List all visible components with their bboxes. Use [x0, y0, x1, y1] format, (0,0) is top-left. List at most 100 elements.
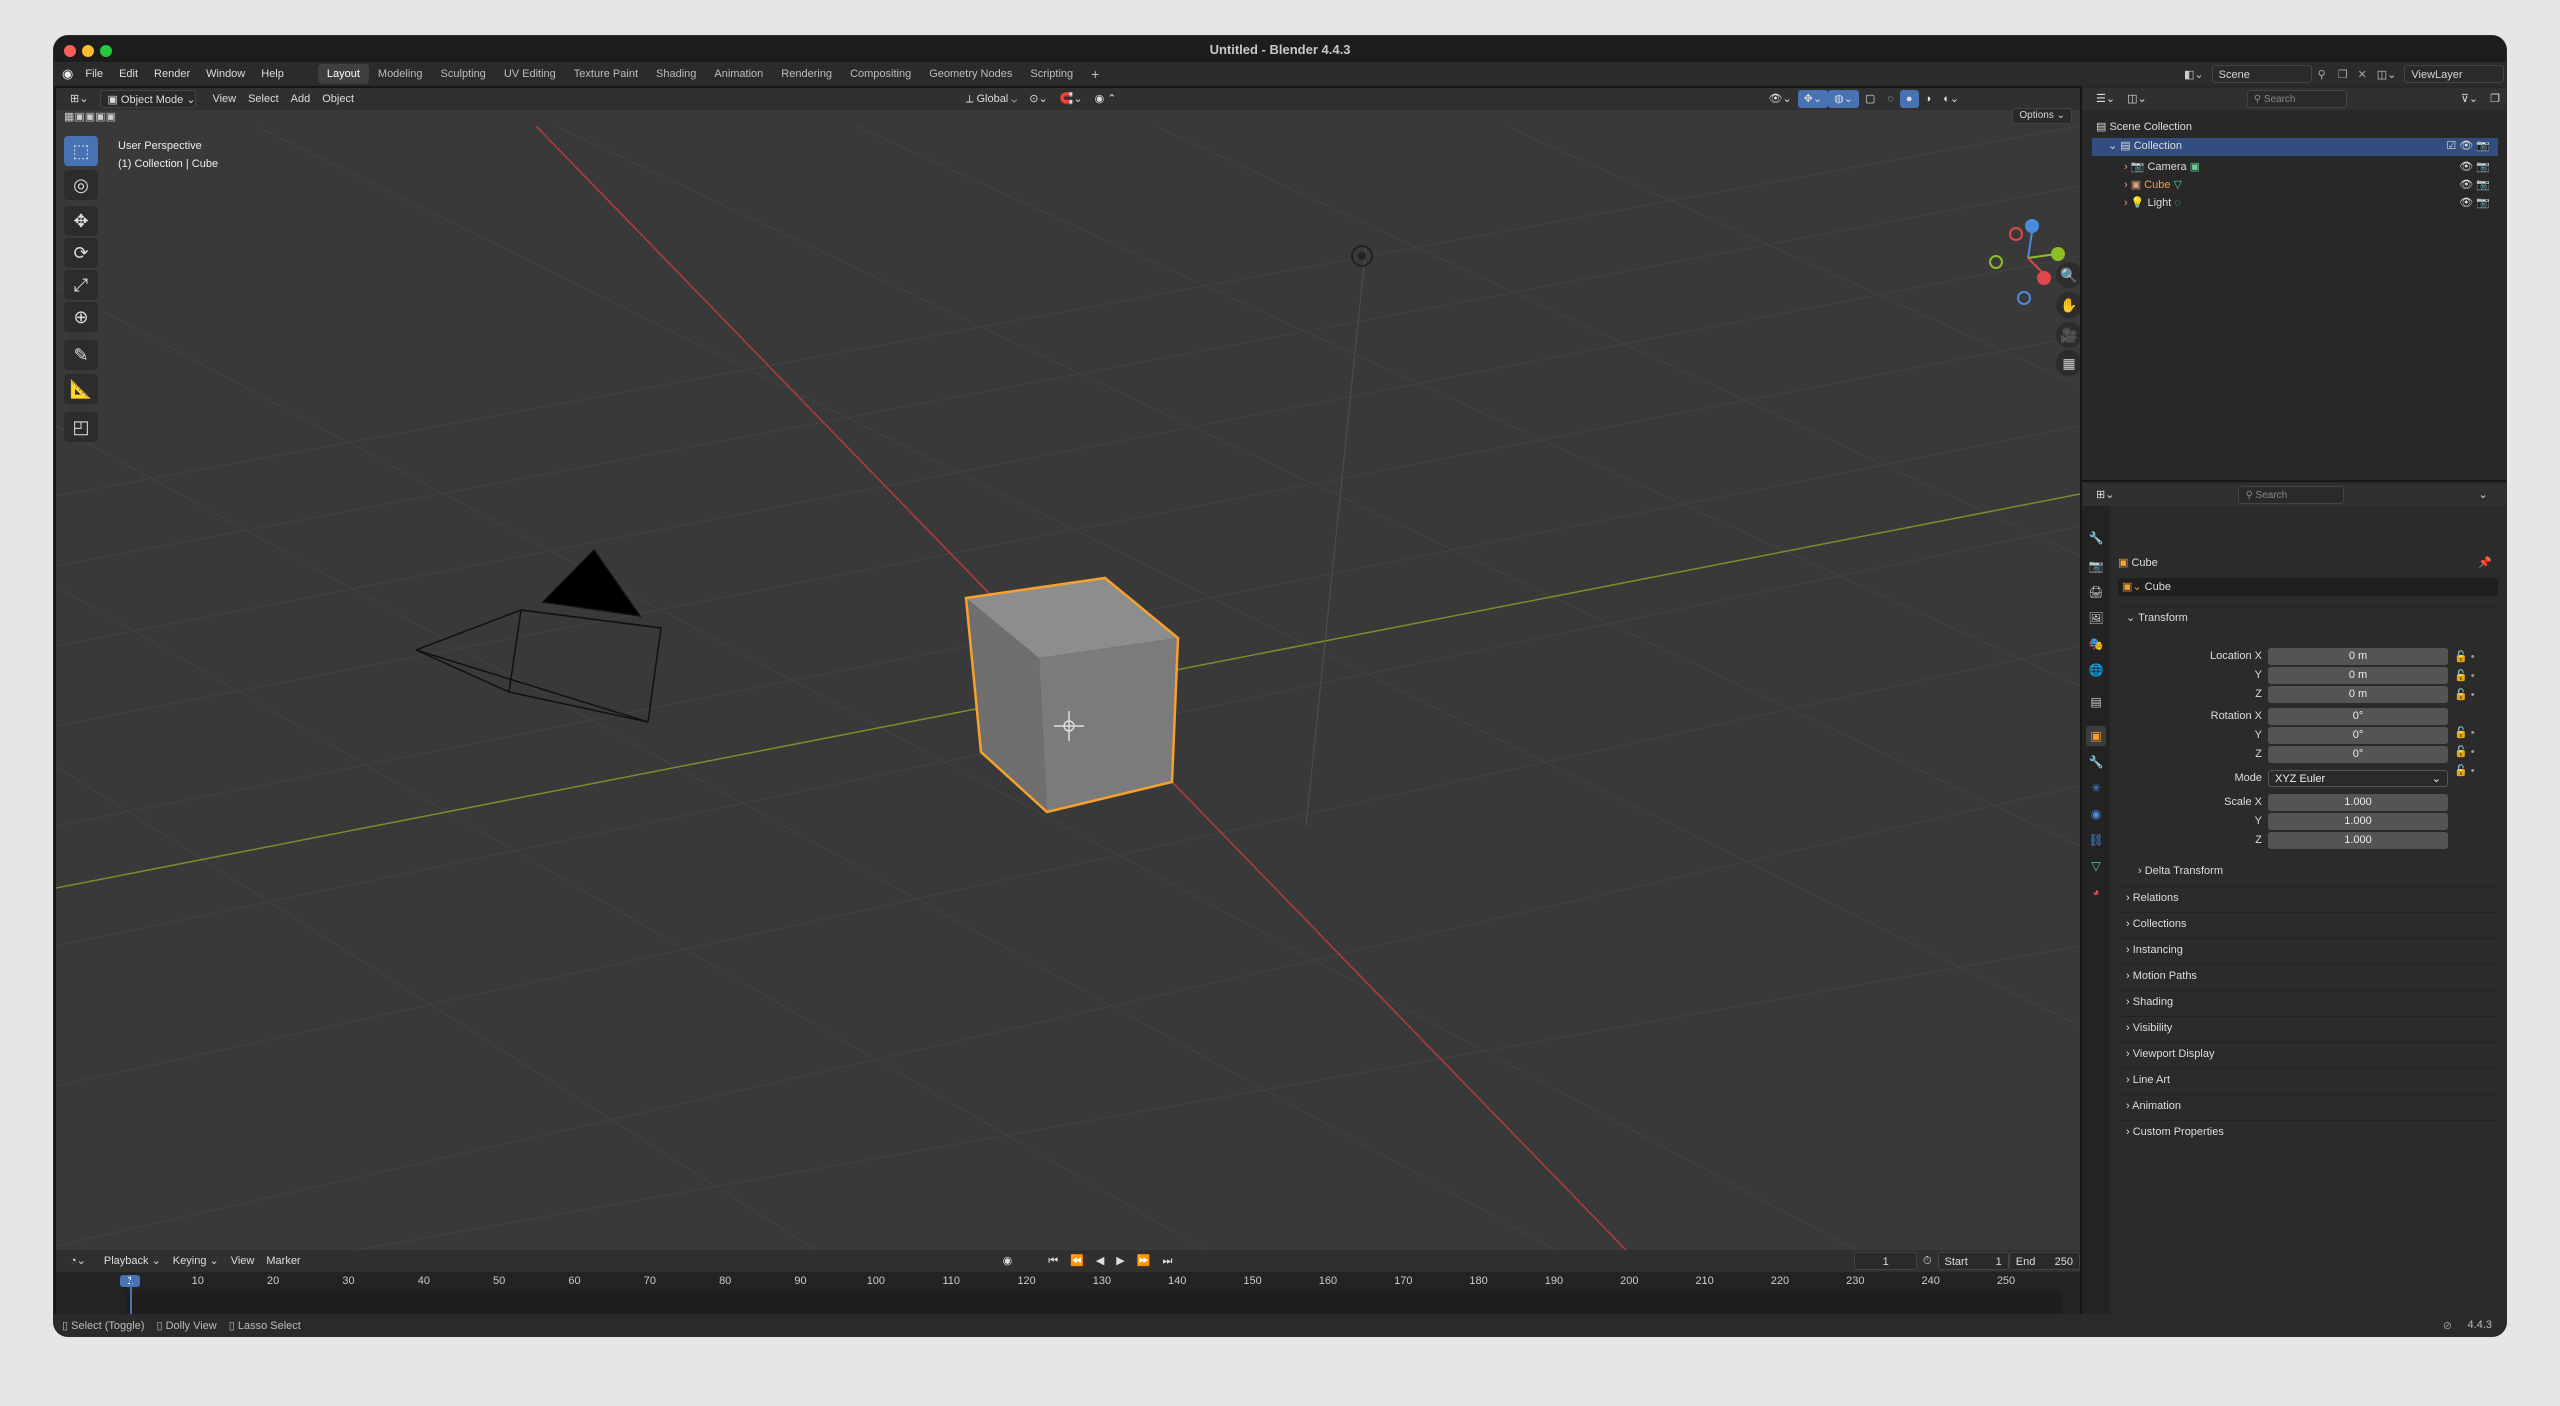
move-tool-icon[interactable]: ✥: [64, 206, 98, 236]
outliner-item-light[interactable]: › 💡 Light ◌ 👁 📷: [2092, 194, 2498, 212]
camera-view-icon[interactable]: 🎥: [2056, 322, 2080, 348]
measure-tool-icon[interactable]: 📐: [64, 374, 98, 404]
object-tab-icon[interactable]: ▣: [2086, 726, 2106, 746]
blender-logo-icon[interactable]: ◉: [62, 66, 77, 82]
render-tab-icon[interactable]: 📷: [2086, 556, 2106, 576]
start-frame-field[interactable]: Start 1: [1937, 1252, 2009, 1270]
shading-material-icon[interactable]: ◑: [1919, 90, 1938, 108]
editor-type-icon[interactable]: ⊞⌄: [64, 90, 94, 108]
tab-shading[interactable]: Shading: [647, 64, 705, 84]
rotation-mode-dropdown[interactable]: XYZ Euler ⌄: [2268, 770, 2448, 787]
rotate-tool-icon[interactable]: ⟳: [64, 238, 98, 268]
jump-end-icon[interactable]: ⏭: [1156, 1252, 1178, 1270]
camera-visibility-icons[interactable]: 👁 📷: [2459, 158, 2490, 176]
gizmo-toggle-icon[interactable]: ✥⌄: [1797, 90, 1829, 108]
data-tab-icon[interactable]: ▽: [2086, 856, 2106, 876]
menu-window[interactable]: Window: [198, 68, 253, 80]
timeline-editor-type-icon[interactable]: ◔⌄: [64, 1252, 92, 1270]
delete-scene-icon[interactable]: ✕: [2354, 68, 2377, 81]
menu-file[interactable]: File: [77, 68, 111, 80]
pan-icon[interactable]: ✋: [2056, 292, 2080, 318]
mode-selector[interactable]: ▣ Object Mode ⌄: [100, 90, 197, 108]
pin-properties-icon[interactable]: 📌: [2478, 556, 2492, 569]
collection-visibility-icons[interactable]: ☑ 👁 📷: [2446, 138, 2490, 154]
scale-z-field[interactable]: 1.000: [2268, 832, 2448, 849]
overlays-icon[interactable]: ◍⌄: [1828, 90, 1859, 108]
panel-header-custom-properties[interactable]: › Custom Properties: [2116, 1120, 2500, 1142]
proportional-editing-icon[interactable]: ◉ ⌃: [1089, 90, 1123, 108]
cube-object[interactable]: [964, 576, 1180, 814]
panel-header-line-art[interactable]: › Line Art: [2116, 1068, 2500, 1090]
menu-marker[interactable]: Marker: [260, 1252, 306, 1270]
new-scene-icon[interactable]: ❐: [2332, 68, 2354, 81]
cube-visibility-icons[interactable]: 👁 📷: [2459, 176, 2490, 194]
add-cube-tool-icon[interactable]: ◰: [64, 412, 98, 442]
close-window-button[interactable]: [64, 45, 76, 57]
material-tab-icon[interactable]: ◕: [2086, 882, 2106, 902]
next-keyframe-icon[interactable]: ⏩: [1131, 1252, 1157, 1270]
collection-row[interactable]: ⌄ ▤ Collection ☑ 👁 📷: [2092, 138, 2498, 156]
particles-tab-icon[interactable]: ✳: [2086, 778, 2106, 798]
transform-panel-header[interactable]: ⌄ Transform: [2116, 606, 2500, 628]
modifiers-tab-icon[interactable]: 🔧: [2086, 752, 2106, 772]
visibility-icon[interactable]: 👁⌄: [1762, 90, 1797, 108]
scale-x-field[interactable]: 1.000: [2268, 794, 2448, 811]
rotation-z-field[interactable]: 0°: [2268, 746, 2448, 763]
constraints-tab-icon[interactable]: ⛓: [2086, 830, 2106, 850]
panel-header-viewport-display[interactable]: › Viewport Display: [2116, 1042, 2500, 1064]
light-visibility-icons[interactable]: 👁 📷: [2459, 194, 2490, 212]
tab-rendering[interactable]: Rendering: [772, 64, 841, 84]
outliner-item-cube[interactable]: › ▣ Cube ▽ 👁 📷: [2092, 176, 2498, 194]
scene-selector[interactable]: Scene: [2211, 65, 2312, 83]
location-z-field[interactable]: 0 m: [2268, 686, 2448, 703]
new-view-layer-icon[interactable]: ❐: [2504, 68, 2506, 81]
outliner-editor-type-icon[interactable]: ☰⌄: [2090, 90, 2121, 108]
collection-tab-icon[interactable]: ▤: [2086, 692, 2106, 712]
menu-view[interactable]: View: [206, 90, 242, 108]
panel-header-animation[interactable]: › Animation: [2116, 1094, 2500, 1116]
panel-header-collections[interactable]: › Collections: [2116, 912, 2500, 934]
pivot-icon[interactable]: ⊙⌄: [1023, 90, 1053, 108]
current-frame-field[interactable]: 1: [1854, 1252, 1917, 1270]
transform-tool-icon[interactable]: ⊕: [64, 302, 98, 332]
menu-select[interactable]: Select: [242, 90, 285, 108]
menu-timeline-view[interactable]: View: [225, 1252, 261, 1270]
menu-help[interactable]: Help: [253, 68, 292, 80]
panel-header-shading[interactable]: › Shading: [2116, 990, 2500, 1012]
select-box-tool-icon[interactable]: ⬚: [64, 136, 98, 166]
outliner-search[interactable]: ⚲ Search: [2246, 90, 2347, 108]
output-tab-icon[interactable]: 🖨: [2086, 582, 2106, 602]
camera-object[interactable]: [415, 548, 662, 723]
selection-mode-icons[interactable]: ▦▣▣▣▣: [64, 110, 116, 123]
menu-render[interactable]: Render: [146, 68, 198, 80]
scene-icon[interactable]: ◧⌄: [2184, 68, 2212, 81]
properties-options-icon[interactable]: ⌄: [2472, 486, 2493, 504]
play-icon[interactable]: ▶: [1110, 1252, 1130, 1270]
stopwatch-icon[interactable]: ⏱: [1917, 1252, 1938, 1270]
delta-transform-header[interactable]: › Delta Transform: [2128, 860, 2496, 882]
scale-tool-icon[interactable]: ⤢: [64, 270, 98, 300]
view-layer-selector[interactable]: ViewLayer: [2404, 65, 2505, 83]
tool-tab-icon[interactable]: 🔧: [2086, 528, 2106, 548]
annotate-tool-icon[interactable]: ✎: [64, 340, 98, 370]
world-tab-icon[interactable]: 🌐: [2086, 660, 2106, 680]
tab-modeling[interactable]: Modeling: [369, 64, 432, 84]
tab-geometry-nodes[interactable]: Geometry Nodes: [920, 64, 1021, 84]
tab-sculpting[interactable]: Sculpting: [432, 64, 495, 84]
shading-rendered-icon[interactable]: ◐⌄: [1937, 90, 1965, 108]
panel-header-relations[interactable]: › Relations: [2116, 886, 2500, 908]
properties-search[interactable]: ⚲ Search: [2238, 486, 2345, 504]
shading-solid-icon[interactable]: ●: [1899, 90, 1919, 108]
minimize-window-button[interactable]: [82, 45, 94, 57]
transform-orientation-dropdown[interactable]: ⟂ Global ⌄: [960, 90, 1023, 108]
options-dropdown[interactable]: Options ⌄: [2012, 108, 2072, 124]
panel-header-motion-paths[interactable]: › Motion Paths: [2116, 964, 2500, 986]
panel-header-instancing[interactable]: › Instancing: [2116, 938, 2500, 960]
zoom-icon[interactable]: 🔍: [2056, 262, 2080, 288]
xray-icon[interactable]: ▢: [1859, 90, 1881, 108]
menu-object[interactable]: Object: [316, 90, 360, 108]
pin-icon[interactable]: ⚲: [2312, 68, 2332, 81]
location-y-field[interactable]: 0 m: [2268, 667, 2448, 684]
rotation-x-field[interactable]: 0°: [2268, 708, 2448, 725]
location-x-field[interactable]: 0 m: [2268, 648, 2448, 665]
